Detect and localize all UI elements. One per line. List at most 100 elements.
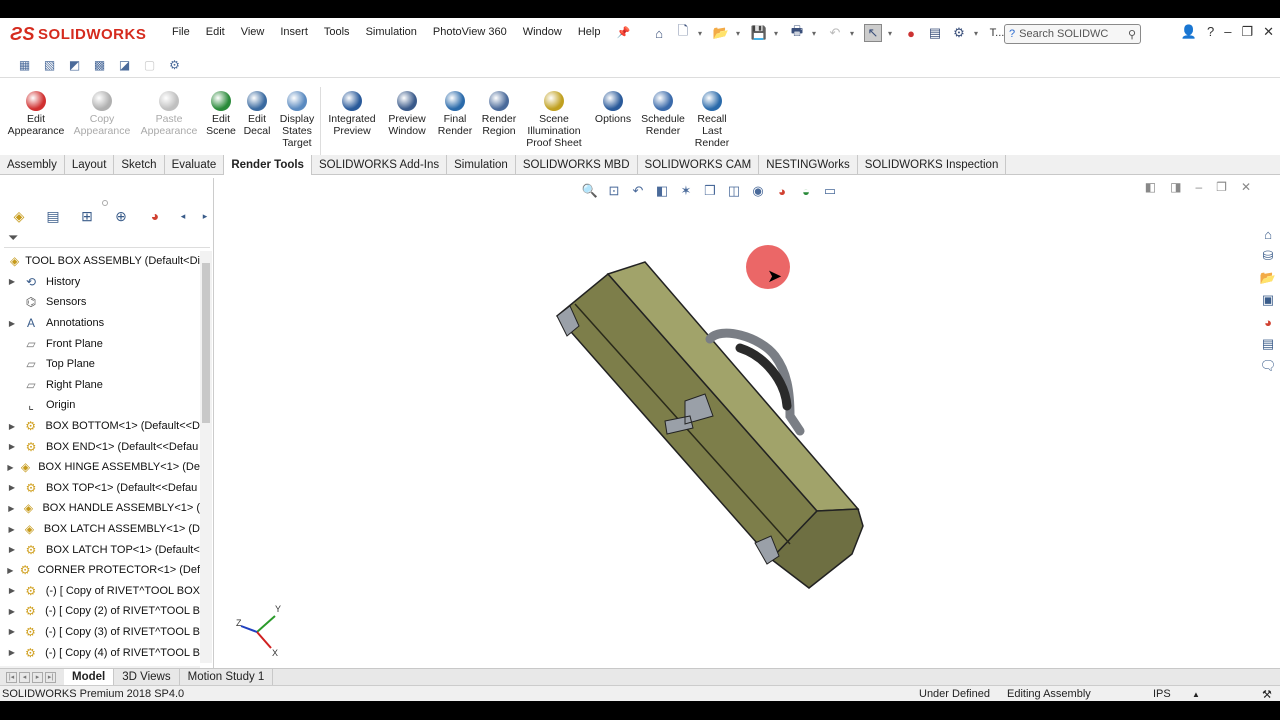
tree-item[interactable]: ▶ ⚙ BOX END<1> (Default<<Defau (0, 436, 200, 457)
expand-arrow-icon[interactable]: ▶ (6, 648, 18, 657)
save-icon[interactable]: 💾 (750, 24, 768, 42)
solidworks-logo[interactable]: ƧS SOLIDWORKS (10, 22, 146, 46)
toolbox-model[interactable] (215, 178, 1255, 669)
tab-layout[interactable]: Layout (65, 155, 115, 175)
save-dropdown-icon[interactable]: ▾ (774, 29, 782, 38)
open-dropdown-icon[interactable]: ▾ (736, 29, 744, 38)
design-library-icon[interactable]: ⛁ (1259, 246, 1277, 266)
user-icon[interactable]: 👤 (1181, 24, 1197, 40)
file-explorer-icon[interactable]: 📂 (1259, 268, 1277, 288)
menu-photoview[interactable]: PhotoView 360 (433, 26, 507, 39)
tree-item[interactable]: ▱ Top Plane (0, 354, 200, 375)
print-icon[interactable]: 🖶 (788, 23, 806, 42)
tab-solidworks-inspection[interactable]: SOLIDWORKS Inspection (858, 155, 1007, 175)
tree-item[interactable]: ▶ ⚙ BOX TOP<1> (Default<<Defau (0, 478, 200, 499)
tab-solidworks-add-ins[interactable]: SOLIDWORKS Add-Ins (312, 155, 448, 175)
undo-dropdown-icon[interactable]: ▾ (850, 29, 858, 38)
dimxpert-tab-icon[interactable]: ⊕ (110, 206, 132, 226)
status-units[interactable]: IPS (1153, 688, 1171, 700)
home-icon[interactable]: ⌂ (650, 24, 668, 42)
filter-icon[interactable]: ⏷ (8, 230, 18, 246)
tab-sketch[interactable]: Sketch (114, 155, 165, 175)
tree-item[interactable]: ⌬ Sensors (0, 292, 200, 313)
tab-render-tools[interactable]: Render Tools (224, 155, 312, 175)
configuration-manager-tab-icon[interactable]: ⊞ (76, 206, 98, 226)
forum-icon[interactable]: 🗨 (1259, 356, 1277, 376)
prev-tab-icon[interactable]: ◂ (19, 671, 30, 683)
last-tab-icon[interactable]: ▸| (45, 671, 56, 683)
tree-item[interactable]: ▶ ⚙ (-) [ Copy (3) of RIVET^TOOL B (0, 622, 200, 643)
custom-properties-icon[interactable]: ▤ (1259, 334, 1277, 354)
traffic-light-icon[interactable]: ● (902, 24, 920, 42)
tree-item[interactable]: ▶ ⚙ (-) [ Copy of RIVET^TOOL BOX (0, 581, 200, 602)
tree-item[interactable]: ▶ ◈ BOX HANDLE ASSEMBLY<1> ( (0, 498, 200, 519)
bottom-tab-model[interactable]: Model (64, 669, 115, 685)
expand-arrow-icon[interactable]: ▶ (6, 627, 18, 636)
feature-manager-tab-icon[interactable]: ◈ (8, 206, 30, 226)
tree-item[interactable]: ▶ A Annotations (0, 313, 200, 334)
tree-item[interactable]: ▶ ⟲ History (0, 272, 200, 293)
units-dropdown-icon[interactable]: ▲ (1192, 690, 1200, 699)
select-arrow-icon[interactable]: ↖ (864, 24, 882, 42)
recall-last-render-button[interactable]: Recall Last Render (677, 91, 747, 149)
expand-arrow-icon[interactable]: ▶ (6, 586, 18, 595)
tab-nestingworks[interactable]: NESTINGWorks (759, 155, 858, 175)
scroll-right-icon[interactable]: ▸ (200, 206, 210, 226)
expand-arrow-icon[interactable]: ▶ (6, 319, 18, 328)
tree-item[interactable]: ▶ ⚙ BOX LATCH TOP<1> (Default< (0, 539, 200, 560)
expand-arrow-icon[interactable]: ▶ (6, 483, 18, 492)
tree-item[interactable]: ▶ ◈ BOX LATCH ASSEMBLY<1> (D (0, 519, 201, 540)
property-manager-tab-icon[interactable]: ▤ (42, 206, 64, 226)
menu-view[interactable]: View (241, 26, 265, 39)
minimize-icon[interactable]: – (1224, 24, 1231, 40)
tree-item[interactable]: ⌞ Origin (0, 395, 200, 416)
file-properties-icon[interactable]: ▤ (926, 24, 944, 42)
options-gear-icon[interactable]: ⚙ (950, 24, 968, 42)
view-palette-icon[interactable]: ▣ (1259, 290, 1277, 310)
tree-filter[interactable]: ⏷ (4, 228, 210, 248)
toolbar-icon-6[interactable]: ▢ (141, 57, 158, 73)
menu-edit[interactable]: Edit (206, 26, 225, 39)
tab-assembly[interactable]: Assembly (0, 155, 65, 175)
toolbar-icon-1[interactable]: ▦ (16, 57, 33, 73)
toolbar-icon-4[interactable]: ▩ (91, 57, 108, 73)
expand-arrow-icon[interactable]: ▶ (6, 422, 18, 431)
expand-arrow-icon[interactable]: ▶ (6, 442, 18, 451)
tree-item[interactable]: ▶ ⚙ CORNER PROTECTOR<1> (Def (0, 560, 200, 581)
tree-root-item[interactable]: ◈ TOOL BOX ASSEMBLY (Default<Di (0, 251, 200, 272)
tree-vertical-scrollbar[interactable] (200, 251, 212, 663)
settings-gear-icon[interactable]: ⚙ (166, 57, 183, 73)
tab-solidworks-cam[interactable]: SOLIDWORKS CAM (638, 155, 760, 175)
menu-file[interactable]: File (172, 26, 190, 39)
tree-item[interactable]: ▶ ⚙ BOX BOTTOM<1> (Default<<D (0, 416, 200, 437)
open-folder-icon[interactable]: 📂 (712, 24, 730, 42)
expand-arrow-icon[interactable]: ▶ (6, 525, 17, 534)
select-dropdown-icon[interactable]: ▾ (888, 29, 896, 38)
appearances-scenes-icon[interactable]: ◕ (1259, 312, 1277, 332)
scroll-left-icon[interactable]: ◂ (178, 206, 188, 226)
menu-tools[interactable]: Tools (324, 26, 350, 39)
display-manager-tab-icon[interactable]: ◕ (144, 206, 166, 226)
tab-simulation[interactable]: Simulation (447, 155, 516, 175)
expand-arrow-icon[interactable]: ▶ (6, 463, 15, 472)
print-dropdown-icon[interactable]: ▾ (812, 29, 820, 38)
menu-simulation[interactable]: Simulation (366, 26, 417, 39)
tree-item[interactable]: ▶ ⚙ (-) [ Copy (4) of RIVET^TOOL B (0, 642, 200, 663)
bottom-tab-3d-views[interactable]: 3D Views (114, 669, 180, 685)
pin-icon[interactable]: 📌 (616, 26, 630, 39)
menu-insert[interactable]: Insert (280, 26, 308, 39)
new-document-icon[interactable]: 🗋 (674, 23, 692, 42)
toolbar-icon-2[interactable]: ▧ (41, 57, 58, 73)
solidworks-resources-icon[interactable]: ⌂ (1259, 224, 1277, 244)
rebuild-status-icon[interactable]: ⚒ (1262, 688, 1272, 701)
next-tab-icon[interactable]: ▸ (32, 671, 43, 683)
tab-solidworks-mbd[interactable]: SOLIDWORKS MBD (516, 155, 638, 175)
toolbar-icon-3[interactable]: ◩ (66, 57, 83, 73)
tree-item[interactable]: ▱ Front Plane (0, 333, 200, 354)
tree-item[interactable]: ▶ ◈ BOX HINGE ASSEMBLY<1> (De (0, 457, 200, 478)
help-icon[interactable]: ? (1207, 24, 1214, 40)
bottom-tab-motion-study-1[interactable]: Motion Study 1 (180, 669, 274, 685)
options-dropdown-icon[interactable]: ▾ (974, 29, 982, 38)
restore-icon[interactable]: ❐ (1241, 24, 1253, 40)
expand-arrow-icon[interactable]: ▶ (6, 277, 18, 286)
